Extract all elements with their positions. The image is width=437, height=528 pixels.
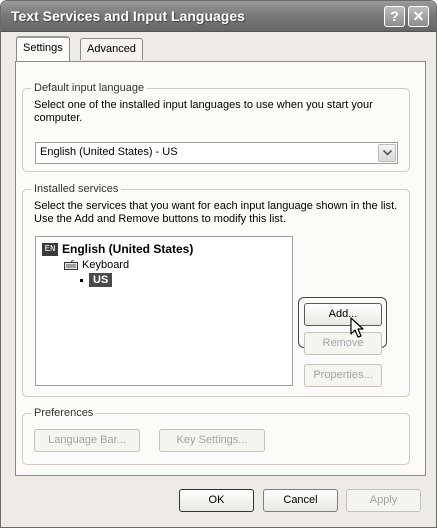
close-icon: ✕ <box>412 8 425 24</box>
dropdown-button[interactable] <box>378 144 396 162</box>
us-layout-label: US <box>89 273 113 287</box>
language-label: English (United States) <box>62 242 194 256</box>
pointer-cursor-icon <box>350 317 364 338</box>
tree-item-language[interactable]: EN English (United States) <box>42 242 193 256</box>
key-settings-button[interactable]: Key Settings... <box>159 429 265 452</box>
apply-button[interactable]: Apply <box>346 489 421 512</box>
default-language-description: Select one of the installed input langua… <box>34 99 373 124</box>
preferences-legend: Preferences <box>31 406 97 420</box>
keyboard-label: Keyboard <box>82 259 130 271</box>
default-language-dropdown[interactable]: English (United States) - US <box>35 142 398 164</box>
dialog-window: Text Services and Input Languages ? ✕ Se… <box>0 0 437 528</box>
language-bar-button[interactable]: Language Bar... <box>34 429 140 452</box>
keyboard-icon <box>64 260 78 271</box>
properties-button[interactable]: Properties... <box>304 364 382 387</box>
language-badge-icon: EN <box>42 242 58 256</box>
tab-settings[interactable]: Settings <box>16 36 70 61</box>
add-button[interactable]: Add... <box>304 303 382 326</box>
help-icon: ? <box>390 8 399 24</box>
installed-services-description: Select the services that you want for ea… <box>34 200 398 225</box>
default-language-group: Default input language Select one of the… <box>22 81 410 172</box>
dropdown-arrow-icon <box>383 150 392 156</box>
remove-button[interactable]: Remove <box>304 332 382 355</box>
cancel-button[interactable]: Cancel <box>263 489 338 512</box>
services-tree[interactable]: EN English (United States) Keyboard US <box>35 236 293 386</box>
close-button[interactable]: ✕ <box>408 6 429 27</box>
window-title: Text Services and Input Languages <box>11 8 245 24</box>
default-language-legend: Default input language <box>31 81 148 95</box>
help-button[interactable]: ? <box>384 6 405 27</box>
default-language-value: English (United States) - US <box>40 146 178 158</box>
installed-services-legend: Installed services <box>31 182 122 196</box>
tab-advanced[interactable]: Advanced <box>80 38 143 60</box>
tree-bullet <box>80 278 83 282</box>
tree-item-us-layout[interactable]: US <box>80 273 113 287</box>
tree-item-keyboard[interactable]: Keyboard <box>64 259 129 271</box>
title-bar[interactable]: Text Services and Input Languages ? ✕ <box>1 1 436 32</box>
ok-button[interactable]: OK <box>179 489 254 512</box>
